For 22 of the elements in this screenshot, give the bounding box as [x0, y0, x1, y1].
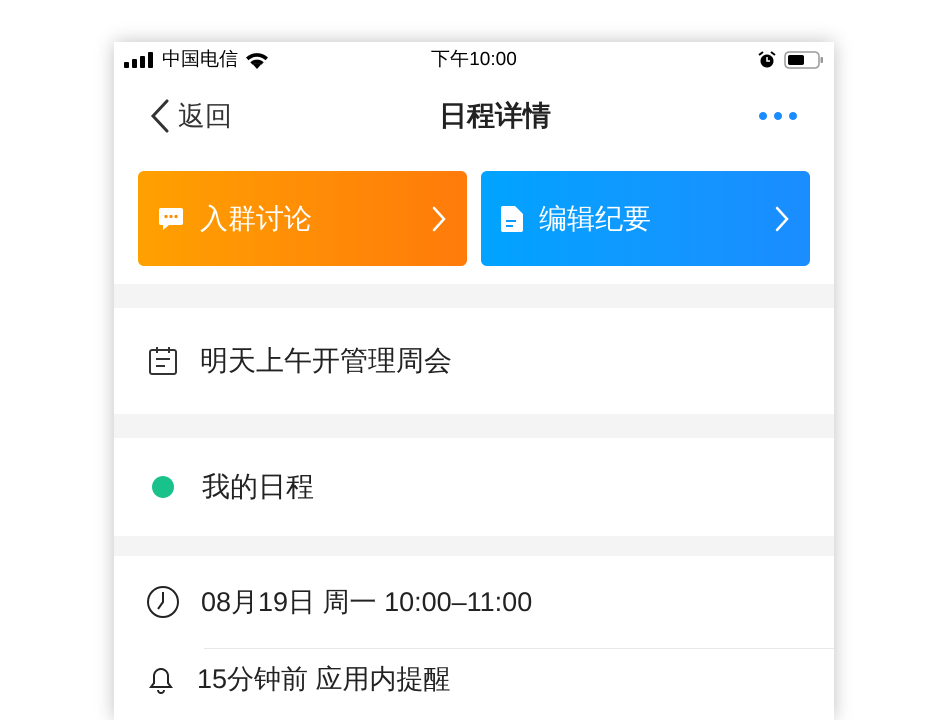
clock-icon — [146, 585, 180, 619]
wifi-icon — [244, 51, 270, 69]
chevron-right-icon — [774, 204, 790, 232]
more-icon[interactable] — [758, 111, 798, 121]
alarm-icon — [758, 51, 776, 69]
page-title: 日程详情 — [439, 99, 551, 133]
back-button[interactable]: 返回 — [150, 96, 232, 136]
reminder-setting: 15分钟前 应用内提醒 — [197, 663, 451, 695]
action-button[interactable]: 入群讨论 — [138, 171, 467, 266]
chevron-right-icon — [431, 204, 447, 232]
event-time: 08月19日 周一 10:00–11:00 — [201, 586, 532, 618]
document-icon — [501, 206, 523, 232]
calendar-note-icon — [148, 346, 178, 376]
back-chevron-icon — [150, 99, 170, 133]
battery-icon — [784, 51, 824, 69]
signal-icon — [124, 52, 156, 68]
status-time: 下午10:00 — [431, 48, 517, 72]
action-button[interactable]: 编辑纪要 — [481, 171, 810, 266]
calendar-name: 我的日程 — [202, 470, 314, 504]
carrier-name: 中国电信 — [162, 48, 238, 72]
chat-bubble-icon — [158, 206, 184, 232]
event-title: 明天上午开管理周会 — [200, 344, 452, 378]
